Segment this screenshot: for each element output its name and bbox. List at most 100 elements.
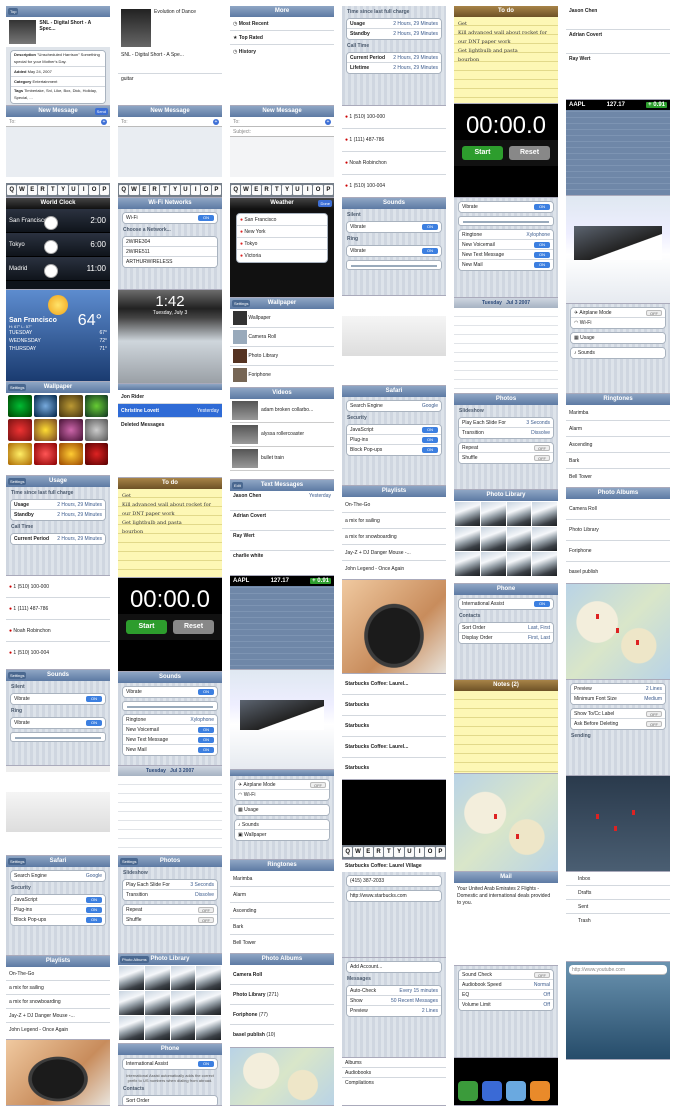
message-body[interactable] xyxy=(118,127,222,177)
transition-row[interactable]: Transition Dissolve xyxy=(459,428,553,438)
key-q[interactable]: Q xyxy=(231,185,241,195)
volume-limit-row[interactable]: Volume Limit Off xyxy=(459,1000,553,1010)
usage-row[interactable]: ▦ Usage xyxy=(571,333,665,343)
note-body[interactable]: Get Kill advanced wall about rocket for o… xyxy=(118,489,222,577)
auto-check-row[interactable]: Auto-Check Every 15 minutes xyxy=(347,986,441,996)
assist-toggle[interactable]: ON xyxy=(534,601,550,607)
wifi-toggle[interactable]: ON xyxy=(198,215,214,221)
deleted-messages-row[interactable]: Deleted Messages xyxy=(118,418,222,432)
key-y[interactable]: Y xyxy=(170,185,180,195)
ringtone-row[interactable]: Bell Tower xyxy=(566,469,670,485)
photo-thumb[interactable] xyxy=(506,527,532,551)
network-row[interactable]: 2WIRE304 xyxy=(123,237,217,247)
key-w[interactable]: W xyxy=(17,185,27,195)
video-row[interactable]: alyssa rollercoaster xyxy=(230,423,334,447)
compilations-row[interactable]: Compilations xyxy=(342,1078,446,1088)
back-button[interactable]: Settings xyxy=(8,384,27,391)
photo-thumb[interactable] xyxy=(480,502,506,526)
key-p[interactable]: P xyxy=(435,847,445,857)
audiobooks-row[interactable]: Audiobooks xyxy=(342,1068,446,1078)
vibrate-toggle[interactable]: ON xyxy=(198,689,214,695)
show-row[interactable]: Show 50 Recent Messages xyxy=(347,996,441,1006)
wallpaper-thumb[interactable] xyxy=(33,419,57,441)
phone-app-icon[interactable] xyxy=(458,1081,478,1101)
playlist-item[interactable]: a mix for sailing xyxy=(6,981,110,995)
map-pin-icon[interactable] xyxy=(494,814,497,819)
city-row[interactable]: ● San Francisco xyxy=(237,214,327,226)
ringtone-row[interactable]: Bark xyxy=(230,919,334,935)
address-bar[interactable]: http://www.youtube.com xyxy=(569,965,667,975)
recent-call-row[interactable]: ● Noah Robinchon xyxy=(342,152,446,175)
recent-call-row[interactable]: ● 1 (510) 100-004 xyxy=(6,642,110,664)
back-button[interactable]: Settings xyxy=(8,672,27,679)
playlist-item[interactable]: Jay-Z + DJ Danger Mouse -... xyxy=(6,1009,110,1023)
airplane-toggle[interactable]: OFF xyxy=(310,782,326,788)
result-row[interactable]: Starbucks Coffee: Laurel... xyxy=(342,674,446,695)
map-pin-icon[interactable] xyxy=(616,628,619,633)
conversation-row[interactable]: Adrian Covert xyxy=(566,30,670,54)
album-row[interactable]: Camera Roll xyxy=(230,965,334,985)
clock-row[interactable]: Tokyo 6:00 xyxy=(6,233,110,257)
vibrate-toggle[interactable]: ON xyxy=(422,248,438,254)
photo-thumb[interactable] xyxy=(532,502,557,526)
photo-thumb[interactable] xyxy=(455,552,480,576)
photo-thumb[interactable] xyxy=(144,991,170,1015)
photo-thumb[interactable] xyxy=(506,502,532,526)
photo-thumb[interactable] xyxy=(532,552,557,576)
photo-thumb[interactable] xyxy=(455,502,480,526)
conversation-row[interactable]: charlie white xyxy=(230,551,334,565)
back-button[interactable]: Settings xyxy=(8,858,27,865)
map-pin-icon[interactable] xyxy=(596,814,599,819)
photo-thumb[interactable] xyxy=(196,1016,221,1040)
plugins-toggle[interactable]: ON xyxy=(422,437,438,443)
playlist-item[interactable]: John Legend - Once Again xyxy=(342,561,446,577)
playlist-item[interactable]: a mix for sailing xyxy=(342,513,446,529)
key-p[interactable]: P xyxy=(99,185,109,195)
photo-thumb[interactable] xyxy=(119,991,144,1015)
city-row[interactable]: ● Tokyo xyxy=(237,238,327,250)
shuffle-toggle[interactable]: OFF xyxy=(198,917,214,923)
photo-thumb[interactable] xyxy=(506,552,532,576)
key-e[interactable]: E xyxy=(27,185,37,195)
conversation-row[interactable]: Ray Wert xyxy=(230,531,334,551)
key-p[interactable]: P xyxy=(211,185,221,195)
search-engine-row[interactable]: Search Engine Google xyxy=(11,871,105,881)
clock-row[interactable]: Madrid 11:00 xyxy=(6,257,110,281)
photo-thumb[interactable] xyxy=(480,552,506,576)
sounds-row[interactable]: ♪ Sounds xyxy=(571,348,665,358)
photo-thumb[interactable] xyxy=(532,527,557,551)
key-q[interactable]: Q xyxy=(7,185,17,195)
album-row[interactable]: Foriphone xyxy=(566,541,670,562)
key-i[interactable]: I xyxy=(79,185,89,195)
key-i[interactable]: I xyxy=(303,185,313,195)
wallpaper-thumb[interactable] xyxy=(84,395,108,417)
photo-thumb[interactable] xyxy=(196,991,221,1015)
ringtone-row[interactable]: Ascending xyxy=(230,903,334,919)
vibrate-toggle[interactable]: ON xyxy=(534,204,550,210)
map-pin-icon[interactable] xyxy=(632,810,635,815)
photo-thumb[interactable] xyxy=(119,966,144,990)
playlist-item[interactable]: On-The-Go xyxy=(6,967,110,981)
wallpaper-thumb[interactable] xyxy=(33,443,57,465)
message-body[interactable] xyxy=(230,137,334,177)
key-w[interactable]: W xyxy=(353,847,363,857)
key-e[interactable]: E xyxy=(363,847,373,857)
search-engine-row[interactable]: Search Engine Google xyxy=(347,401,441,411)
key-u[interactable]: U xyxy=(68,185,79,195)
javascript-toggle[interactable]: ON xyxy=(422,427,438,433)
add-contact-icon[interactable]: + xyxy=(101,119,107,125)
video-row[interactable]: adam broken collarbo... xyxy=(230,399,334,423)
key-u[interactable]: U xyxy=(292,185,303,195)
alert-toggle[interactable]: ON xyxy=(198,747,214,753)
volume-slider[interactable] xyxy=(122,701,218,711)
key-o[interactable]: O xyxy=(201,185,211,195)
transition-row[interactable]: Transition Dissolve xyxy=(123,890,217,900)
wallpaper-row[interactable]: Wallpaper xyxy=(230,309,334,328)
volume-slider[interactable] xyxy=(346,260,442,270)
safari-app-icon[interactable] xyxy=(506,1081,526,1101)
city-row[interactable]: ● Victoria xyxy=(237,250,327,262)
key-r[interactable]: R xyxy=(373,847,384,857)
preview-row[interactable]: Preview 2 Lines xyxy=(347,1006,441,1016)
photo-thumb[interactable] xyxy=(170,991,196,1015)
foriphone-row[interactable]: Foriphone xyxy=(230,366,334,385)
